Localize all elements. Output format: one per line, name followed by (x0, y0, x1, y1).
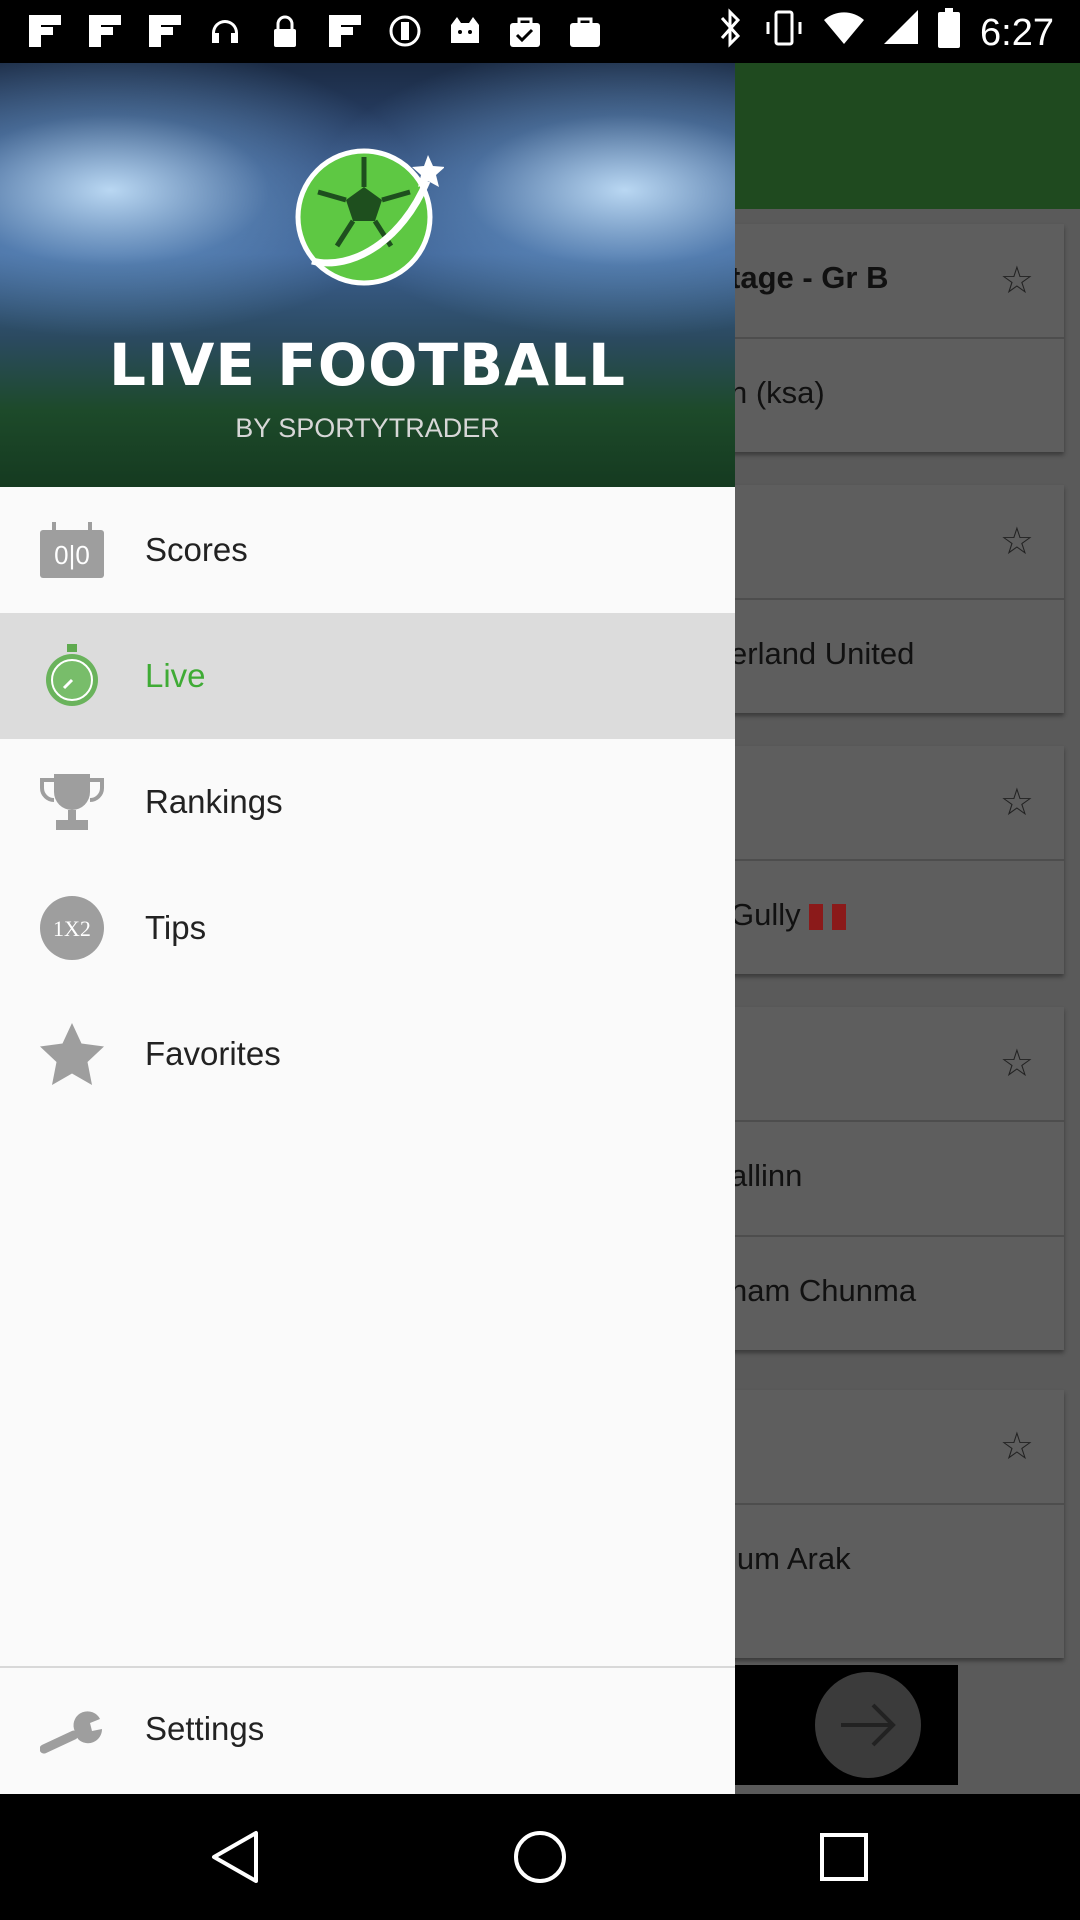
bag-icon (566, 12, 604, 50)
menu-item-live[interactable]: Live (0, 613, 735, 739)
lock-icon (266, 12, 304, 50)
menu-label-settings: Settings (145, 1710, 265, 1747)
clock-time: 6:27 (980, 11, 1054, 54)
cat-icon (446, 12, 484, 50)
trophy-icon (40, 770, 104, 834)
1x2-icon: 1X2 (40, 896, 104, 960)
team-name: h (ksa) (730, 375, 825, 410)
team-name: allinn (730, 1158, 803, 1193)
recents-button[interactable] (814, 1827, 874, 1887)
bag-check-icon (506, 12, 544, 50)
back-button[interactable] (206, 1827, 266, 1887)
battery-icon (938, 8, 961, 58)
bluetooth-icon (716, 8, 744, 58)
favorite-star-icon[interactable]: ☆ (1000, 1424, 1034, 1469)
back-triangle-icon (212, 1831, 258, 1883)
menu-item-scores[interactable]: 0|0 Scores (0, 487, 735, 613)
team-name: ium Arak (730, 1541, 851, 1576)
favorite-star-icon[interactable]: ☆ (1000, 780, 1034, 825)
flipboard-icon (326, 12, 364, 50)
headset-icon (206, 12, 244, 50)
menu-label-favorites: Favorites (145, 1035, 281, 1072)
team-name: nam Chunma (730, 1273, 917, 1308)
scoreboard-icon: 0|0 (40, 518, 104, 582)
flipboard-icon (146, 12, 184, 50)
navigation-drawer: LIVE FOOTBALL BY SPORTYTRADER 0|0 Scores… (0, 63, 735, 1794)
status-bar: 6:27 (0, 0, 1080, 63)
team-name: erland United (730, 636, 915, 671)
home-button[interactable] (510, 1827, 570, 1887)
favorite-star-icon[interactable]: ☆ (1000, 519, 1034, 564)
app-title: LIVE FOOTBALL (108, 331, 627, 399)
vibrate-icon (764, 8, 804, 58)
wrench-icon (39, 1699, 104, 1763)
menu-label-scores: Scores (145, 531, 248, 568)
app-subtitle: BY SPORTYTRADER (235, 413, 500, 443)
menu-label-tips: Tips (145, 909, 207, 946)
notification-icons (26, 12, 604, 50)
star-icon (40, 1022, 104, 1086)
stopwatch-icon (40, 644, 104, 708)
red-card-icon (831, 903, 846, 930)
menu-item-favorites[interactable]: Favorites (0, 991, 735, 1117)
menu-item-settings[interactable]: Settings (0, 1668, 735, 1794)
flipboard-icon (26, 12, 64, 50)
menu-label-rankings: Rankings (145, 783, 283, 820)
system-icons: 6:27 (716, 8, 1054, 58)
red-card-icon (809, 903, 824, 930)
next-arrow-button[interactable] (815, 1672, 921, 1778)
drawer-menu: 0|0 Scores Live Rankings 1X2 Tips Favori… (0, 487, 735, 1117)
system-nav-bar (0, 1794, 1080, 1920)
arrow-right-icon (841, 1703, 896, 1747)
recents-square-icon (820, 1833, 868, 1881)
menu-item-tips[interactable]: 1X2 Tips (0, 865, 735, 991)
favorite-star-icon[interactable]: ☆ (1000, 258, 1034, 303)
circle-icon (386, 12, 424, 50)
svg-text:0|0: 0|0 (54, 540, 90, 570)
favorite-star-icon[interactable]: ☆ (1000, 1041, 1034, 1086)
drawer-header: LIVE FOOTBALL BY SPORTYTRADER (0, 63, 735, 487)
wifi-icon (824, 10, 865, 56)
menu-item-rankings[interactable]: Rankings (0, 739, 735, 865)
soccer-ball-logo-icon (295, 148, 444, 286)
league-name: tage - Gr B (730, 260, 889, 295)
home-circle-icon (514, 1831, 566, 1883)
signal-icon (884, 10, 919, 56)
flipboard-icon (86, 12, 124, 50)
menu-label-live: Live (145, 657, 206, 694)
team-name: Gully (730, 897, 846, 933)
svg-text:1X2: 1X2 (53, 916, 91, 941)
